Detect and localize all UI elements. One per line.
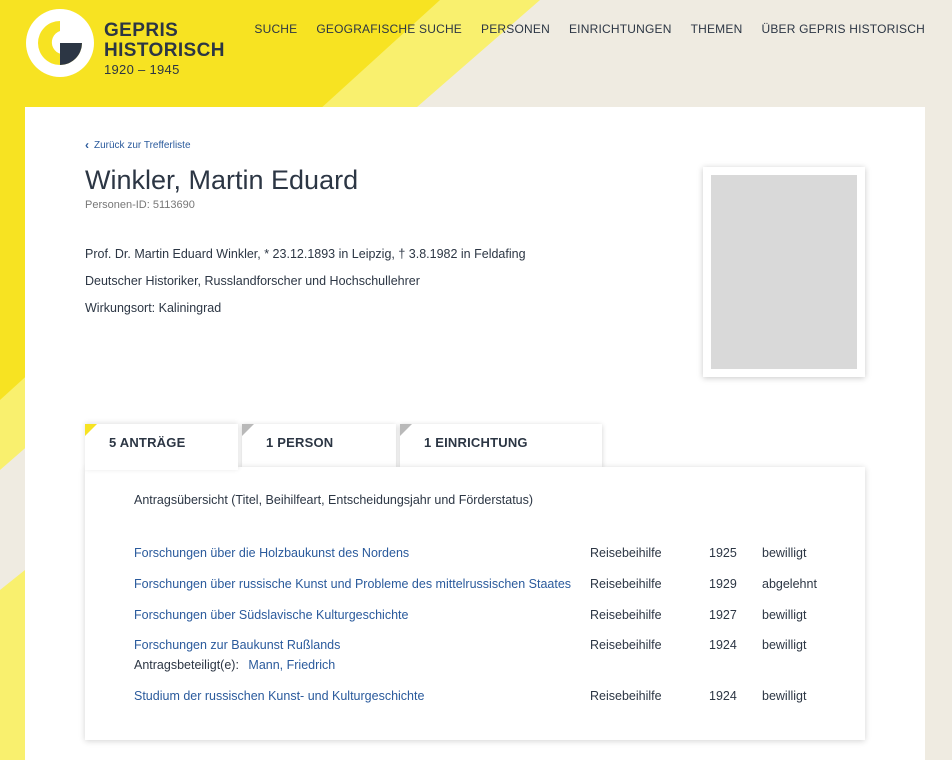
logo-line-3: 1920 – 1945 — [104, 62, 180, 77]
person-bio: Prof. Dr. Martin Eduard Winkler, * 23.12… — [85, 247, 526, 261]
person-place: Wirkungsort: Kaliningrad — [85, 301, 222, 315]
antrag-type: Reisebeihilfe — [590, 608, 662, 622]
photo-placeholder — [711, 175, 857, 369]
antrag-year: 1924 — [709, 638, 737, 652]
antrag-year: 1924 — [709, 689, 737, 703]
person-photo — [703, 167, 865, 377]
tab-person-label: 1 PERSON — [266, 435, 334, 450]
back-link-label: Zurück zur Trefferliste — [94, 139, 191, 151]
antrag-type: Reisebeihilfe — [590, 638, 662, 652]
nav-personen[interactable]: PERSONEN — [481, 22, 550, 36]
table-row: Studium der russischen Kunst- und Kultur… — [134, 688, 834, 704]
logo-line-2: HISTORISCH — [104, 40, 225, 61]
nav-themen[interactable]: THEMEN — [691, 22, 743, 36]
antrag-status: abgelehnt — [762, 577, 817, 591]
participant-link[interactable]: Mann, Friedrich — [248, 658, 335, 672]
logo-wordmark: GEPRIS HISTORISCH 1920 – 1945 — [104, 21, 225, 76]
nav-geografische-suche[interactable]: GEOGRAFISCHE SUCHE — [316, 22, 462, 36]
main-nav: SUCHE GEOGRAFISCHE SUCHE PERSONEN EINRIC… — [254, 22, 925, 36]
person-id: Personen-ID: 5113690 — [85, 199, 195, 211]
antrag-year: 1925 — [709, 546, 737, 560]
tab-corner-marker — [242, 424, 254, 436]
antrag-title-link[interactable]: Studium der russischen Kunst- und Kultur… — [134, 688, 424, 704]
antrag-status: bewilligt — [762, 638, 807, 652]
tab-corner-marker — [400, 424, 412, 436]
table-row: Forschungen über Südslavische Kulturgesc… — [134, 607, 834, 623]
antrag-title-link[interactable]: Forschungen über Südslavische Kulturgesc… — [134, 607, 408, 623]
nav-einrichtungen[interactable]: EINRICHTUNGEN — [569, 22, 672, 36]
tab-person[interactable]: 1 PERSON — [242, 424, 396, 468]
antrag-participants: Antragsbeteiligt(e): Mann, Friedrich — [134, 657, 335, 673]
nav-suche[interactable]: SUCHE — [254, 22, 297, 36]
site-header: GEPRIS HISTORISCH 1920 – 1945 SUCHE GEOG… — [0, 0, 952, 100]
logo-line-1: GEPRIS — [104, 20, 179, 41]
chevron-left-icon: ‹ — [85, 138, 89, 152]
panel-title: Antragsübersicht (Titel, Beihilfeart, En… — [134, 493, 534, 507]
antraege-panel: Antragsübersicht (Titel, Beihilfeart, En… — [85, 467, 865, 740]
tab-corner-marker — [85, 424, 97, 436]
antrag-status: bewilligt — [762, 608, 807, 622]
antrag-title-link[interactable]: Forschungen über russische Kunst und Pro… — [134, 576, 571, 592]
antrag-type: Reisebeihilfe — [590, 577, 662, 591]
person-name: Winkler, Martin Eduard — [85, 165, 359, 195]
table-row: Forschungen über russische Kunst und Pro… — [134, 576, 834, 592]
antrag-status: bewilligt — [762, 689, 807, 703]
tab-einrichtung[interactable]: 1 EINRICHTUNG — [400, 424, 602, 468]
antrag-year: 1927 — [709, 608, 737, 622]
gepris-logo-icon — [26, 9, 94, 77]
tab-antraege-label: 5 ANTRÄGE — [109, 435, 186, 450]
antrag-title-link[interactable]: Forschungen über die Holzbaukunst des No… — [134, 545, 409, 561]
antrag-type: Reisebeihilfe — [590, 546, 662, 560]
antrag-type: Reisebeihilfe — [590, 689, 662, 703]
person-info: Prof. Dr. Martin Eduard Winkler, * 23.12… — [85, 247, 526, 328]
back-link[interactable]: ‹ Zurück zur Trefferliste — [85, 139, 191, 151]
participant-label: Antragsbeteiligt(e): — [134, 658, 239, 672]
table-row: Forschungen über die Holzbaukunst des No… — [134, 545, 834, 561]
site-logo[interactable]: GEPRIS HISTORISCH 1920 – 1945 — [26, 9, 226, 79]
content-card: ‹ Zurück zur Trefferliste Winkler, Marti… — [25, 107, 925, 760]
antrag-year: 1929 — [709, 577, 737, 591]
tab-antraege[interactable]: 5 ANTRÄGE — [85, 424, 238, 470]
antrag-title-link[interactable]: Forschungen zur Baukunst Rußlands — [134, 637, 340, 653]
antrag-status: bewilligt — [762, 546, 807, 560]
table-row: Forschungen zur Baukunst Rußlands Reiseb… — [134, 637, 834, 653]
nav-ueber-gepris[interactable]: ÜBER GEPRIS HISTORISCH — [761, 22, 925, 36]
person-profession: Deutscher Historiker, Russlandforscher u… — [85, 274, 420, 288]
tab-einrichtung-label: 1 EINRICHTUNG — [424, 435, 528, 450]
